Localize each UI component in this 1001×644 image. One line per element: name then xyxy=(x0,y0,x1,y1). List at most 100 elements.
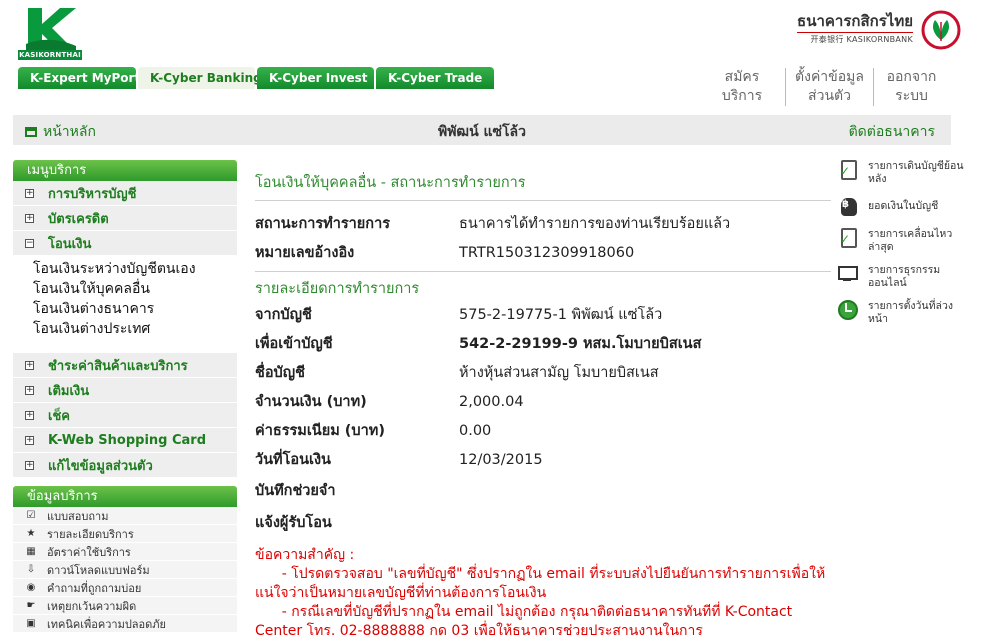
info-item-download-forms[interactable]: ⇩ ดาวน์โหลดแบบฟอร์ม xyxy=(13,561,237,579)
sidebar-item-label: บัตรเครดิต xyxy=(48,211,109,227)
quick-link-recent[interactable]: รายการเคลื่อนไหวล่าสุด xyxy=(838,228,968,254)
tab-k-cyber-invest[interactable]: K-Cyber Invest xyxy=(257,67,374,89)
sidebar-item-k-web-shopping-card[interactable]: + K-Web Shopping Card xyxy=(13,428,237,453)
expand-plus-icon: + xyxy=(25,409,34,420)
memo-row: บันทึกช่วยจำ xyxy=(255,474,831,506)
sidebar-item-cheque[interactable]: + เช็ค xyxy=(13,403,237,428)
transfer-submenu: โอนเงินระหว่างบัญชีตนเอง โอนเงินให้บุคคล… xyxy=(13,256,237,353)
quick-link-scheduled[interactable]: รายการตั้งวันที่ล่วงหน้า xyxy=(838,300,968,326)
important-notice: ข้อความสำคัญ : - โปรดตรวจสอบ "เลขที่บัญช… xyxy=(255,546,831,641)
sidebar-item-label: ชำระค่าสินค้าและบริการ xyxy=(48,358,188,374)
tab-k-expert-myport[interactable]: K-Expert MyPort xyxy=(18,67,140,89)
contact-bank-link[interactable]: ติดต่อธนาคาร xyxy=(849,121,935,143)
amount-label: จำนวนเงิน (บาท) xyxy=(255,394,367,410)
expand-plus-icon: + xyxy=(25,434,34,445)
notice-text-1: - โปรดตรวจสอบ "เลขที่บัญชี" ซึ่งปรากฏใน … xyxy=(255,566,826,601)
logout-link[interactable]: ออกจากระบบ xyxy=(873,68,949,106)
transfer-date-label: วันที่โอนเงิน xyxy=(255,452,331,468)
logo-text: KASIKORNTHAI xyxy=(18,50,82,60)
submenu-own-account-transfer[interactable]: โอนเงินระหว่างบัญชีตนเอง xyxy=(33,259,237,279)
statement-icon xyxy=(838,160,860,182)
reference-label: หมายเลขอ้างอิง xyxy=(255,245,355,261)
transfer-date-value: 12/03/2015 xyxy=(459,451,543,468)
hand-icon: ☛ xyxy=(26,599,36,611)
notice-text-2: - กรณีเลขที่บัญชีที่ปรากฏใน email ไม่ถูก… xyxy=(255,604,797,639)
nav-bar: หน้าหลัก พิพัฒน์ แซ่โล้ว ติดต่อธนาคาร xyxy=(13,115,951,145)
quick-link-balance[interactable]: ยอดเงินในบัญชี xyxy=(838,196,968,218)
info-item-security-tips[interactable]: ▣ เทคนิคเพื่อความปลอดภัย xyxy=(13,615,237,633)
info-item-survey[interactable]: ☑ แบบสอบถาม xyxy=(13,507,237,525)
top-tabs: K-Expert MyPort K-Cyber Banking K-Cyber … xyxy=(18,67,494,89)
expand-plus-icon: + xyxy=(25,384,34,395)
sidebar-item-transfer[interactable]: − โอนเงิน xyxy=(13,231,237,256)
info-item-label: เหตุยกเว้นความผิด xyxy=(47,599,137,613)
calculator-icon: ▦ xyxy=(26,545,36,557)
sidebar-item-account-management[interactable]: + การบริหารบัญชี xyxy=(13,181,237,206)
page-title: โอนเงินให้บุคคลอื่น - สถานะการทำรายการ xyxy=(255,172,831,201)
service-info-title: ข้อมูลบริการ xyxy=(13,486,237,507)
sidebar-item-edit-profile[interactable]: + แก้ไขข้อมูลส่วนตัว xyxy=(13,453,237,478)
expand-plus-icon: + xyxy=(25,359,34,370)
quick-link-label: รายการเดินบัญชีย้อนหลัง xyxy=(868,160,964,185)
expand-plus-icon: + xyxy=(25,187,34,198)
fee-label: ค่าธรรมเนียม (บาท) xyxy=(255,423,385,439)
register-link[interactable]: สมัครบริการ xyxy=(699,68,785,106)
quick-links: รายการเดินบัญชีย้อนหลัง ยอดเงินในบัญชี ร… xyxy=(838,160,968,336)
settings-link[interactable]: ตั้งค่าข้อมูลส่วนตัว xyxy=(785,68,873,106)
bank-name-english: 开泰银行 KASIKORNBANK xyxy=(797,32,913,45)
sidebar-item-label: แก้ไขข้อมูลส่วนตัว xyxy=(48,458,153,474)
expand-plus-icon: + xyxy=(25,212,34,223)
collapse-minus-icon: − xyxy=(25,237,34,248)
info-item-faq[interactable]: ◉ คำถามที่ถูกถามบ่อย xyxy=(13,579,237,597)
quick-link-label: รายการเคลื่อนไหวล่าสุด xyxy=(868,228,953,253)
quick-link-online-transactions[interactable]: รายการธุรกรรมออนไลน์ xyxy=(838,264,968,290)
from-account-label: จากบัญชี xyxy=(255,307,312,323)
kbank-emblem-icon xyxy=(921,10,961,50)
submenu-international-transfer[interactable]: โอนเงินต่างประเทศ xyxy=(33,319,237,339)
info-item-label: อัตราค่าใช้บริการ xyxy=(47,545,131,559)
main-content: โอนเงินให้บุคคลอื่น - สถานะการทำรายการ ส… xyxy=(255,172,831,641)
k-logo-icon xyxy=(26,8,76,50)
service-menu-title: เมนูบริการ xyxy=(13,160,237,181)
info-item-label: แบบสอบถาม xyxy=(47,509,109,523)
tab-k-cyber-trade[interactable]: K-Cyber Trade xyxy=(376,67,494,89)
sidebar-item-label: การบริหารบัญชี xyxy=(48,186,137,202)
quick-link-statement[interactable]: รายการเดินบัญชีย้อนหลัง xyxy=(838,160,968,186)
info-item-disclaimer[interactable]: ☛ เหตุยกเว้นความผิด xyxy=(13,597,237,615)
info-item-fees[interactable]: ▦ อัตราค่าใช้บริการ xyxy=(13,543,237,561)
from-account-row: จากบัญชี 575-2-19775-1 พิพัฒน์ แซ่โล้ว xyxy=(255,300,831,329)
notify-recipient-row: แจ้งผู้รับโอน xyxy=(255,506,831,538)
reference-value: TRTR150312309918060 xyxy=(459,244,635,261)
sidebar-item-credit-card[interactable]: + บัตรเครดิต xyxy=(13,206,237,231)
monitor-icon xyxy=(838,264,860,286)
sidebar-item-top-up[interactable]: + เติมเงิน xyxy=(13,378,237,403)
sidebar-item-bill-payment[interactable]: + ชำระค่าสินค้าและบริการ xyxy=(13,353,237,378)
submenu-interbank-transfer[interactable]: โอนเงินต่างธนาคาร xyxy=(33,299,237,319)
account-name-value: ห้างหุ้นส่วนสามัญ โมบายบิสเนส xyxy=(459,365,659,381)
submenu-third-party-transfer[interactable]: โอนเงินให้บุคคลอื่น xyxy=(33,279,237,299)
from-account-value: 575-2-19775-1 พิพัฒน์ แซ่โล้ว xyxy=(459,307,663,323)
lock-icon: ▣ xyxy=(26,617,36,629)
quick-link-label: ยอดเงินในบัญชี xyxy=(868,200,939,212)
tab-k-cyber-banking[interactable]: K-Cyber Banking xyxy=(138,67,262,89)
info-item-label: ดาวน์โหลดแบบฟอร์ม xyxy=(47,563,150,577)
transfer-date-row: วันที่โอนเงิน 12/03/2015 xyxy=(255,445,831,474)
kasikornbank-brand: ธนาคารกสิกรไทย 开泰银行 KASIKORNBANK xyxy=(797,10,961,50)
reference-row: หมายเลขอ้างอิง TRTR150312309918060 xyxy=(255,238,831,272)
info-item-service-details[interactable]: ★ รายละเอียดบริการ xyxy=(13,525,237,543)
to-account-label: เพื่อเข้าบัญชี xyxy=(255,336,333,352)
quick-link-label: รายการธุรกรรมออนไลน์ xyxy=(868,264,941,289)
recent-icon xyxy=(838,228,860,250)
top-links: สมัครบริการ ตั้งค่าข้อมูลส่วนตัว ออกจากร… xyxy=(699,68,949,106)
to-account-value: 542-2-29199-9 หสม.โมบายบิสเนส xyxy=(459,336,702,352)
checkbox-icon: ☑ xyxy=(26,509,36,521)
question-icon: ◉ xyxy=(26,581,36,593)
amount-value: 2,000.04 xyxy=(459,393,524,410)
status-label: สถานะการทำรายการ xyxy=(255,216,391,232)
info-item-label: รายละเอียดบริการ xyxy=(47,527,134,541)
user-name: พิพัฒน์ แซ่โล้ว xyxy=(437,124,527,140)
memo-label: บันทึกช่วยจำ xyxy=(255,482,336,499)
sidebar-item-label: โอนเงิน xyxy=(48,236,92,252)
kasikornthai-logo[interactable]: KASIKORNTHAI xyxy=(18,8,82,62)
notify-recipient-label: แจ้งผู้รับโอน xyxy=(255,514,332,531)
